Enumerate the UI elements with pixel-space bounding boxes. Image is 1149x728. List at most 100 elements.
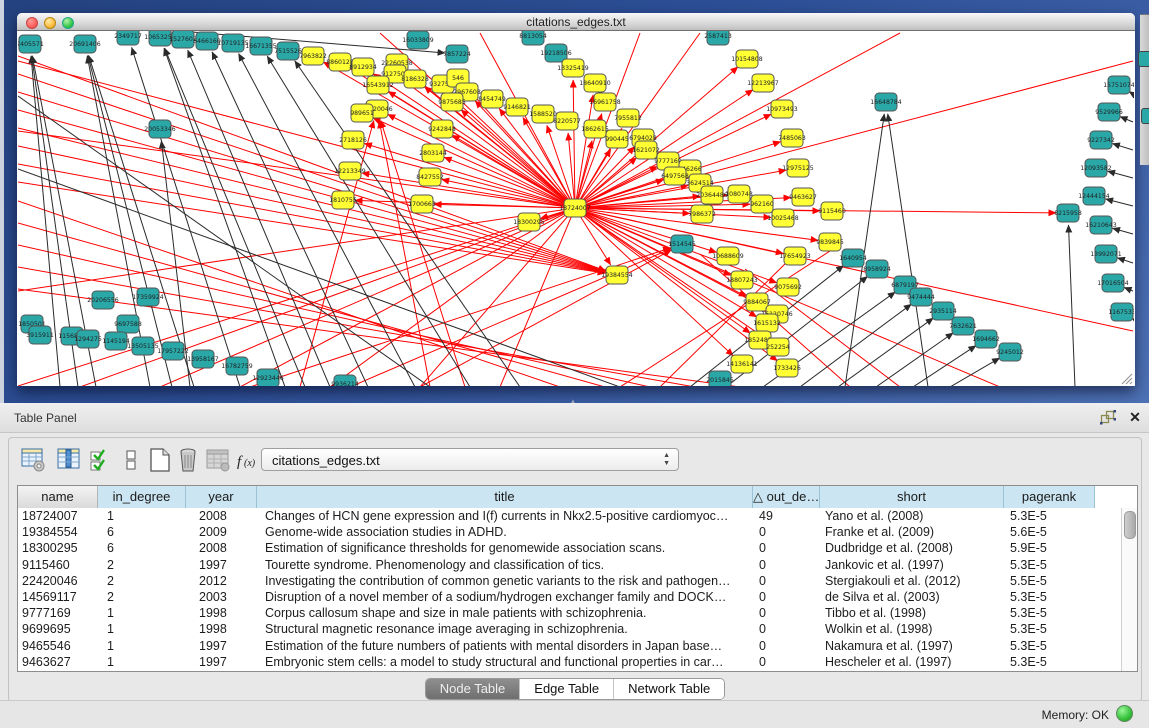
yellow-node[interactable]: 252254 — [766, 338, 790, 356]
teal-node[interactable]: 2405571 — [18, 35, 44, 53]
teal-node[interactable]: 2015845 — [706, 371, 734, 386]
teal-node[interactable]: 7515526 — [274, 42, 302, 60]
table-row[interactable]: 946554611997Estimation of the future num… — [18, 638, 1122, 654]
teal-node[interactable]: 16671355 — [245, 37, 277, 55]
teal-node[interactable]: 17359924 — [132, 288, 164, 306]
teal-node[interactable]: 9529966 — [1095, 103, 1123, 121]
network-window-titlebar[interactable]: citations_edges.txt — [17, 13, 1135, 31]
teal-node[interactable]: 12923446 — [252, 369, 284, 386]
yellow-node[interactable]: 2718126 — [339, 131, 367, 149]
teal-node[interactable]: 17957222 — [157, 342, 189, 360]
yellow-node[interactable]: 13325419 — [557, 59, 589, 77]
network-canvas[interactable]: 2405571206914062349717106532571527602646… — [18, 31, 1134, 386]
yellow-node[interactable]: 10973493 — [766, 100, 798, 118]
table-scrollbar-thumb[interactable] — [1124, 511, 1136, 539]
teal-node[interactable]: 12444154 — [1078, 187, 1110, 205]
yellow-node[interactable]: 10154808 — [731, 50, 763, 68]
close-panel-icon[interactable]: ✕ — [1127, 408, 1143, 426]
yellow-node[interactable]: 8427552 — [416, 168, 444, 186]
yellow-node[interactable]: 12213967 — [747, 74, 779, 92]
teal-node[interactable]: 16210643 — [1085, 216, 1117, 234]
teal-node[interactable]: 1640954 — [839, 249, 867, 267]
yellow-node[interactable]: 989651 — [350, 104, 374, 122]
window-resize-grip[interactable] — [1117, 369, 1133, 385]
tab-edge-table[interactable]: Edge Table — [519, 679, 613, 699]
column-header-year[interactable]: year — [186, 486, 257, 508]
tab-node-table[interactable]: Node Table — [426, 679, 520, 699]
yellow-node[interactable]: 18640910 — [579, 74, 611, 92]
yellow-node[interactable]: 10688609 — [712, 247, 744, 265]
table-row[interactable]: 911546021997Tourette syndrome. Phenomeno… — [18, 557, 1122, 573]
table-scrollbar[interactable] — [1121, 508, 1137, 671]
yellow-node[interactable]: 12975125 — [782, 159, 814, 177]
yellow-node[interactable]: 9075692 — [774, 278, 802, 296]
yellow-node[interactable]: 1080748 — [725, 185, 753, 203]
network-view-window[interactable]: citations_edges.txt 2405571 20691406 23497… — [17, 13, 1135, 386]
yellow-node[interactable]: 16543912 — [362, 76, 394, 94]
yellow-node[interactable]: 6497568 — [661, 167, 689, 185]
yellow-node[interactable]: 9839845 — [816, 233, 844, 251]
teal-node[interactable]: 12093582 — [1080, 159, 1112, 177]
yellow-node[interactable]: 9242848 — [428, 120, 456, 138]
import-table-icon[interactable] — [205, 447, 231, 473]
new-table-icon[interactable] — [147, 447, 173, 473]
yellow-node[interactable]: 1700663 — [408, 195, 436, 213]
yellow-node[interactable]: 962160 — [750, 195, 774, 213]
yellow-node[interactable]: 14136141 — [726, 355, 758, 373]
teal-node[interactable]: 16648784 — [870, 93, 902, 111]
teal-node[interactable]: 9227342 — [1087, 131, 1115, 149]
teal-node[interactable]: 1145194 — [102, 332, 130, 350]
table-row[interactable]: 1872400712008Changes of HCN gene express… — [18, 508, 1122, 524]
yellow-node[interactable]: 1810755 — [329, 191, 357, 209]
function-builder-icon[interactable]: f (x) — [235, 447, 261, 473]
tab-network-table[interactable]: Network Table — [613, 679, 724, 699]
column-header-name[interactable]: name — [18, 486, 98, 508]
teal-node[interactable]: 17016504 — [1097, 274, 1129, 292]
table-row[interactable]: 946362711997Embryonic stem cells: a mode… — [18, 654, 1122, 670]
table-row[interactable]: 1456911722003Disruption of a novel membe… — [18, 589, 1122, 605]
teal-node[interactable]: 2349717 — [114, 31, 142, 45]
yellow-node[interactable]: 18807243 — [726, 271, 758, 289]
background-window-sliver[interactable] — [1140, 14, 1149, 165]
table-settings-icon[interactable] — [21, 447, 47, 473]
yellow-node[interactable]: 16961758 — [589, 93, 621, 111]
teal-node[interactable]: 9474444 — [907, 288, 935, 306]
table-row[interactable]: 1830029562008Estimation of significance … — [18, 540, 1122, 556]
teal-node[interactable]: 1514545 — [668, 235, 696, 253]
teal-node[interactable]: 20053346 — [144, 120, 176, 138]
teal-node[interactable]: 8813054 — [519, 31, 547, 45]
teal-node[interactable]: 8958924 — [863, 260, 891, 278]
yellow-node[interactable]: 7955812 — [614, 109, 642, 127]
yellow-node[interactable]: 9146821 — [503, 98, 531, 116]
yellow-node[interactable]: 10025468 — [767, 209, 799, 227]
yellow-node[interactable]: 1621072 — [632, 141, 660, 159]
yellow-node[interactable]: 20364486 — [696, 186, 728, 204]
yellow-node[interactable]: 12213349 — [334, 162, 366, 180]
yellow-node[interactable]: 9875685 — [438, 93, 466, 111]
column-header-pagerank[interactable]: pagerank — [1004, 486, 1095, 508]
teal-node[interactable]: 15751074 — [1103, 76, 1134, 94]
column-header-title[interactable]: title — [257, 486, 753, 508]
row-height-icon[interactable] — [119, 447, 145, 473]
yellow-node[interactable]: 19384554 — [601, 266, 633, 284]
show-column-icon[interactable] — [56, 447, 82, 473]
yellow-node[interactable]: 2803144 — [419, 144, 447, 162]
teal-node[interactable]: 2935114 — [929, 302, 957, 320]
yellow-node[interactable]: 1733426 — [773, 359, 801, 377]
float-panel-icon[interactable] — [1100, 410, 1116, 425]
yellow-node[interactable]: 9463627 — [789, 188, 817, 206]
teal-node[interactable]: 2587413 — [704, 31, 732, 45]
teal-node[interactable]: 20691406 — [69, 35, 101, 53]
teal-node[interactable]: 20206556 — [87, 291, 119, 309]
yellow-node[interactable]: 17654923 — [779, 247, 811, 265]
teal-node[interactable]: 10719135 — [217, 34, 249, 52]
teal-node[interactable]: 7857224 — [443, 45, 471, 63]
yellow-node[interactable]: 7963822 — [299, 47, 327, 65]
table-row[interactable]: 969969511998Structural magnetic resonanc… — [18, 621, 1122, 637]
teal-node[interactable]: 8215958 — [1054, 204, 1082, 222]
yellow-node[interactable]: 8912934 — [349, 58, 377, 76]
yellow-node[interactable]: 8220577 — [553, 112, 581, 130]
table-row[interactable]: 2242004622012Investigating the contribut… — [18, 573, 1122, 589]
teal-node[interactable]: 1294275 — [74, 330, 102, 348]
yellow-node[interactable]: 8186328 — [401, 70, 429, 88]
